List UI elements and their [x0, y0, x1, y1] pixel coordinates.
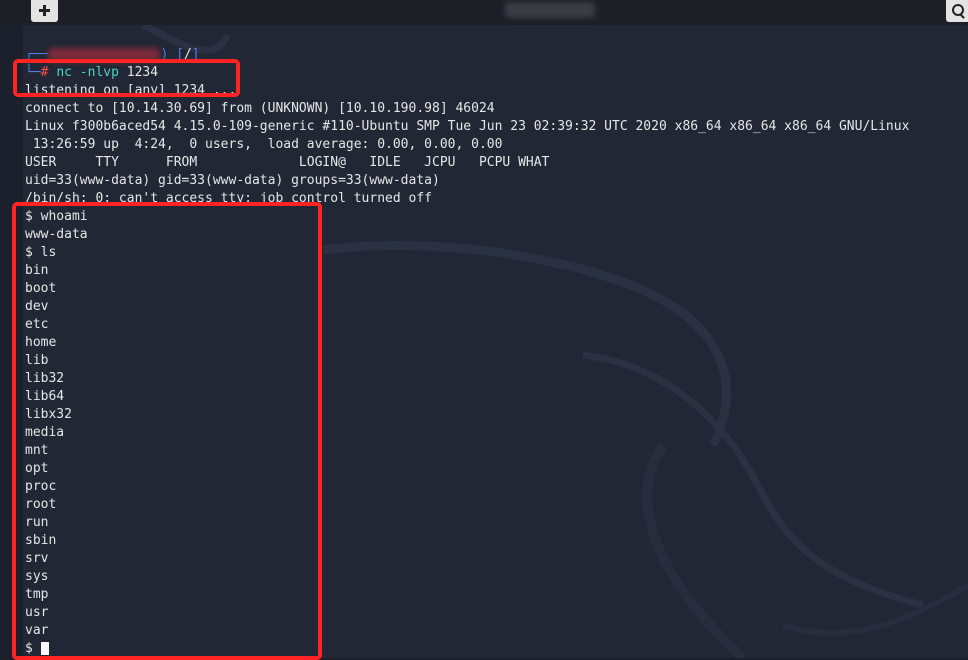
output-line: USER TTY FROM LOGIN@ IDLE JCPU PCPU WHAT [25, 155, 550, 170]
window-title-redacted [505, 2, 595, 18]
output-line: uid=33(www-data) gid=33(www-data) groups… [25, 173, 440, 188]
terminal-title-bar [0, 0, 968, 25]
highlight-box-shell-output [12, 202, 322, 660]
highlight-box-nc-command [13, 59, 240, 97]
output-line: Linux f300b6aced54 4.15.0-109-generic #1… [25, 119, 910, 134]
output-line: 13:26:59 up 4:24, 0 users, load average:… [25, 137, 503, 152]
new-tab-button[interactable] [31, 0, 58, 22]
search-button[interactable] [946, 0, 968, 22]
output-line: connect to [10.14.30.69] from (UNKNOWN) … [25, 101, 495, 116]
